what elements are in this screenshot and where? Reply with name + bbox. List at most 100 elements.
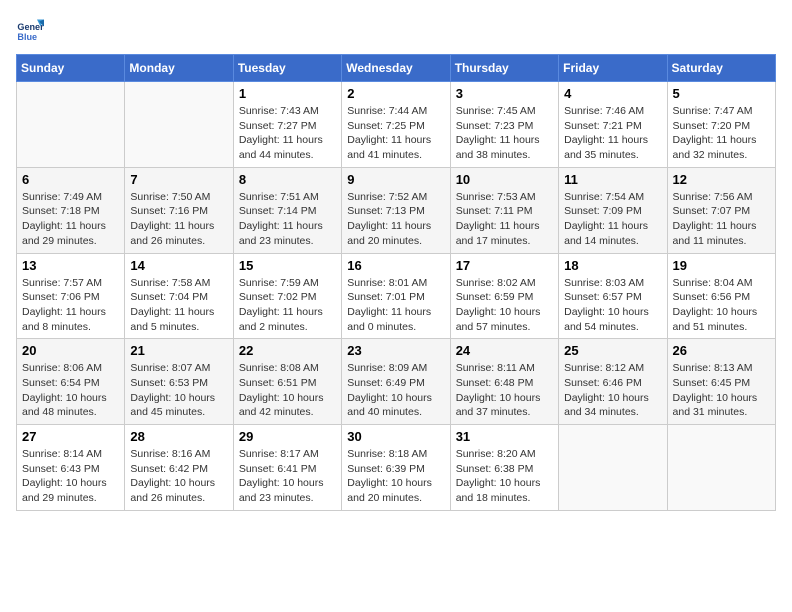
calendar-body: 1Sunrise: 7:43 AMSunset: 7:27 PMDaylight… bbox=[17, 82, 776, 511]
day-info: Sunrise: 7:52 AMSunset: 7:13 PMDaylight:… bbox=[347, 190, 444, 249]
day-number: 7 bbox=[130, 172, 227, 187]
day-info: Sunrise: 7:58 AMSunset: 7:04 PMDaylight:… bbox=[130, 276, 227, 335]
day-number: 6 bbox=[22, 172, 119, 187]
day-number: 22 bbox=[239, 343, 336, 358]
day-number: 28 bbox=[130, 429, 227, 444]
calendar-header: SundayMondayTuesdayWednesdayThursdayFrid… bbox=[17, 55, 776, 82]
day-info: Sunrise: 8:20 AMSunset: 6:38 PMDaylight:… bbox=[456, 447, 553, 506]
day-info: Sunrise: 8:14 AMSunset: 6:43 PMDaylight:… bbox=[22, 447, 119, 506]
calendar-cell: 13 Sunrise: 7:57 AMSunset: 7:06 PMDayligh… bbox=[17, 253, 125, 339]
page-header: General Blue bbox=[16, 16, 776, 44]
header-cell-monday: Monday bbox=[125, 55, 233, 82]
day-info: Sunrise: 7:56 AMSunset: 7:07 PMDaylight:… bbox=[673, 190, 770, 249]
calendar-cell: 29Sunrise: 8:17 AMSunset: 6:41 PMDayligh… bbox=[233, 425, 341, 511]
day-number: 17 bbox=[456, 258, 553, 273]
logo-icon: General Blue bbox=[16, 16, 44, 44]
week-row-3: 13 Sunrise: 7:57 AMSunset: 7:06 PMDayligh… bbox=[17, 253, 776, 339]
header-cell-friday: Friday bbox=[559, 55, 667, 82]
day-info: Sunrise: 7:45 AMSunset: 7:23 PMDaylight:… bbox=[456, 104, 553, 163]
day-number: 16 bbox=[347, 258, 444, 273]
calendar-cell: 24 Sunrise: 8:11 AMSunset: 6:48 PMDayligh… bbox=[450, 339, 558, 425]
day-info: Sunrise: 7:57 AMSunset: 7:06 PMDaylight:… bbox=[22, 276, 119, 335]
day-number: 31 bbox=[456, 429, 553, 444]
day-number: 3 bbox=[456, 86, 553, 101]
calendar-cell: 2Sunrise: 7:44 AMSunset: 7:25 PMDaylight… bbox=[342, 82, 450, 168]
day-number: 21 bbox=[130, 343, 227, 358]
day-info: Sunrise: 8:06 AMSunset: 6:54 PMDaylight:… bbox=[22, 361, 119, 420]
calendar-cell: 15 Sunrise: 7:59 AMSunset: 7:02 PMDayligh… bbox=[233, 253, 341, 339]
calendar-cell: 18Sunrise: 8:03 AMSunset: 6:57 PMDayligh… bbox=[559, 253, 667, 339]
day-number: 20 bbox=[22, 343, 119, 358]
day-info: Sunrise: 7:44 AMSunset: 7:25 PMDaylight:… bbox=[347, 104, 444, 163]
calendar-cell: 17 Sunrise: 8:02 AMSunset: 6:59 PMDayligh… bbox=[450, 253, 558, 339]
day-number: 25 bbox=[564, 343, 661, 358]
day-info: Sunrise: 8:04 AMSunset: 6:56 PMDaylight:… bbox=[673, 276, 770, 335]
day-info: Sunrise: 7:49 AMSunset: 7:18 PMDaylight:… bbox=[22, 190, 119, 249]
week-row-4: 20 Sunrise: 8:06 AMSunset: 6:54 PMDayligh… bbox=[17, 339, 776, 425]
calendar-cell: 27 Sunrise: 8:14 AMSunset: 6:43 PMDayligh… bbox=[17, 425, 125, 511]
week-row-2: 6 Sunrise: 7:49 AMSunset: 7:18 PMDaylight… bbox=[17, 167, 776, 253]
day-info: Sunrise: 7:59 AMSunset: 7:02 PMDaylight:… bbox=[239, 276, 336, 335]
day-info: Sunrise: 8:09 AMSunset: 6:49 PMDaylight:… bbox=[347, 361, 444, 420]
day-number: 5 bbox=[673, 86, 770, 101]
day-info: Sunrise: 8:03 AMSunset: 6:57 PMDaylight:… bbox=[564, 276, 661, 335]
day-info: Sunrise: 8:18 AMSunset: 6:39 PMDaylight:… bbox=[347, 447, 444, 506]
calendar-cell: 5 Sunrise: 7:47 AMSunset: 7:20 PMDaylight… bbox=[667, 82, 775, 168]
calendar-cell: 25 Sunrise: 8:12 AMSunset: 6:46 PMDayligh… bbox=[559, 339, 667, 425]
calendar-cell: 19 Sunrise: 8:04 AMSunset: 6:56 PMDayligh… bbox=[667, 253, 775, 339]
calendar-cell: 10Sunrise: 7:53 AMSunset: 7:11 PMDayligh… bbox=[450, 167, 558, 253]
day-number: 15 bbox=[239, 258, 336, 273]
calendar-cell: 28 Sunrise: 8:16 AMSunset: 6:42 PMDayligh… bbox=[125, 425, 233, 511]
day-info: Sunrise: 8:12 AMSunset: 6:46 PMDaylight:… bbox=[564, 361, 661, 420]
day-number: 23 bbox=[347, 343, 444, 358]
calendar-cell: 30 Sunrise: 8:18 AMSunset: 6:39 PMDayligh… bbox=[342, 425, 450, 511]
day-info: Sunrise: 7:51 AMSunset: 7:14 PMDaylight:… bbox=[239, 190, 336, 249]
day-info: Sunrise: 8:11 AMSunset: 6:48 PMDaylight:… bbox=[456, 361, 553, 420]
calendar-cell: 3 Sunrise: 7:45 AMSunset: 7:23 PMDaylight… bbox=[450, 82, 558, 168]
calendar-cell: 31 Sunrise: 8:20 AMSunset: 6:38 PMDayligh… bbox=[450, 425, 558, 511]
header-cell-saturday: Saturday bbox=[667, 55, 775, 82]
day-number: 8 bbox=[239, 172, 336, 187]
calendar-table: SundayMondayTuesdayWednesdayThursdayFrid… bbox=[16, 54, 776, 511]
day-number: 26 bbox=[673, 343, 770, 358]
calendar-cell: 7 Sunrise: 7:50 AMSunset: 7:16 PMDaylight… bbox=[125, 167, 233, 253]
day-number: 12 bbox=[673, 172, 770, 187]
calendar-cell: 1Sunrise: 7:43 AMSunset: 7:27 PMDaylight… bbox=[233, 82, 341, 168]
calendar-cell bbox=[559, 425, 667, 511]
day-number: 1 bbox=[239, 86, 336, 101]
week-row-5: 27 Sunrise: 8:14 AMSunset: 6:43 PMDayligh… bbox=[17, 425, 776, 511]
calendar-cell: 8 Sunrise: 7:51 AMSunset: 7:14 PMDaylight… bbox=[233, 167, 341, 253]
calendar-cell: 9 Sunrise: 7:52 AMSunset: 7:13 PMDaylight… bbox=[342, 167, 450, 253]
day-info: Sunrise: 7:50 AMSunset: 7:16 PMDaylight:… bbox=[130, 190, 227, 249]
day-info: Sunrise: 8:13 AMSunset: 6:45 PMDaylight:… bbox=[673, 361, 770, 420]
week-row-1: 1Sunrise: 7:43 AMSunset: 7:27 PMDaylight… bbox=[17, 82, 776, 168]
day-number: 11 bbox=[564, 172, 661, 187]
day-info: Sunrise: 8:07 AMSunset: 6:53 PMDaylight:… bbox=[130, 361, 227, 420]
day-info: Sunrise: 7:47 AMSunset: 7:20 PMDaylight:… bbox=[673, 104, 770, 163]
calendar-cell: 23 Sunrise: 8:09 AMSunset: 6:49 PMDayligh… bbox=[342, 339, 450, 425]
calendar-cell: 4 Sunrise: 7:46 AMSunset: 7:21 PMDaylight… bbox=[559, 82, 667, 168]
day-number: 4 bbox=[564, 86, 661, 101]
day-number: 19 bbox=[673, 258, 770, 273]
day-info: Sunrise: 7:53 AMSunset: 7:11 PMDaylight:… bbox=[456, 190, 553, 249]
header-cell-tuesday: Tuesday bbox=[233, 55, 341, 82]
day-number: 30 bbox=[347, 429, 444, 444]
calendar-cell: 6 Sunrise: 7:49 AMSunset: 7:18 PMDaylight… bbox=[17, 167, 125, 253]
day-info: Sunrise: 7:46 AMSunset: 7:21 PMDaylight:… bbox=[564, 104, 661, 163]
day-info: Sunrise: 8:02 AMSunset: 6:59 PMDaylight:… bbox=[456, 276, 553, 335]
calendar-cell bbox=[667, 425, 775, 511]
day-number: 24 bbox=[456, 343, 553, 358]
day-number: 27 bbox=[22, 429, 119, 444]
calendar-cell: 14Sunrise: 7:58 AMSunset: 7:04 PMDayligh… bbox=[125, 253, 233, 339]
calendar-cell bbox=[17, 82, 125, 168]
day-info: Sunrise: 7:54 AMSunset: 7:09 PMDaylight:… bbox=[564, 190, 661, 249]
day-number: 9 bbox=[347, 172, 444, 187]
calendar-cell: 22Sunrise: 8:08 AMSunset: 6:51 PMDayligh… bbox=[233, 339, 341, 425]
day-info: Sunrise: 8:16 AMSunset: 6:42 PMDaylight:… bbox=[130, 447, 227, 506]
day-info: Sunrise: 8:01 AMSunset: 7:01 PMDaylight:… bbox=[347, 276, 444, 335]
day-number: 13 bbox=[22, 258, 119, 273]
calendar-cell: 12 Sunrise: 7:56 AMSunset: 7:07 PMDayligh… bbox=[667, 167, 775, 253]
logo: General Blue bbox=[16, 16, 48, 44]
header-cell-wednesday: Wednesday bbox=[342, 55, 450, 82]
calendar-cell bbox=[125, 82, 233, 168]
